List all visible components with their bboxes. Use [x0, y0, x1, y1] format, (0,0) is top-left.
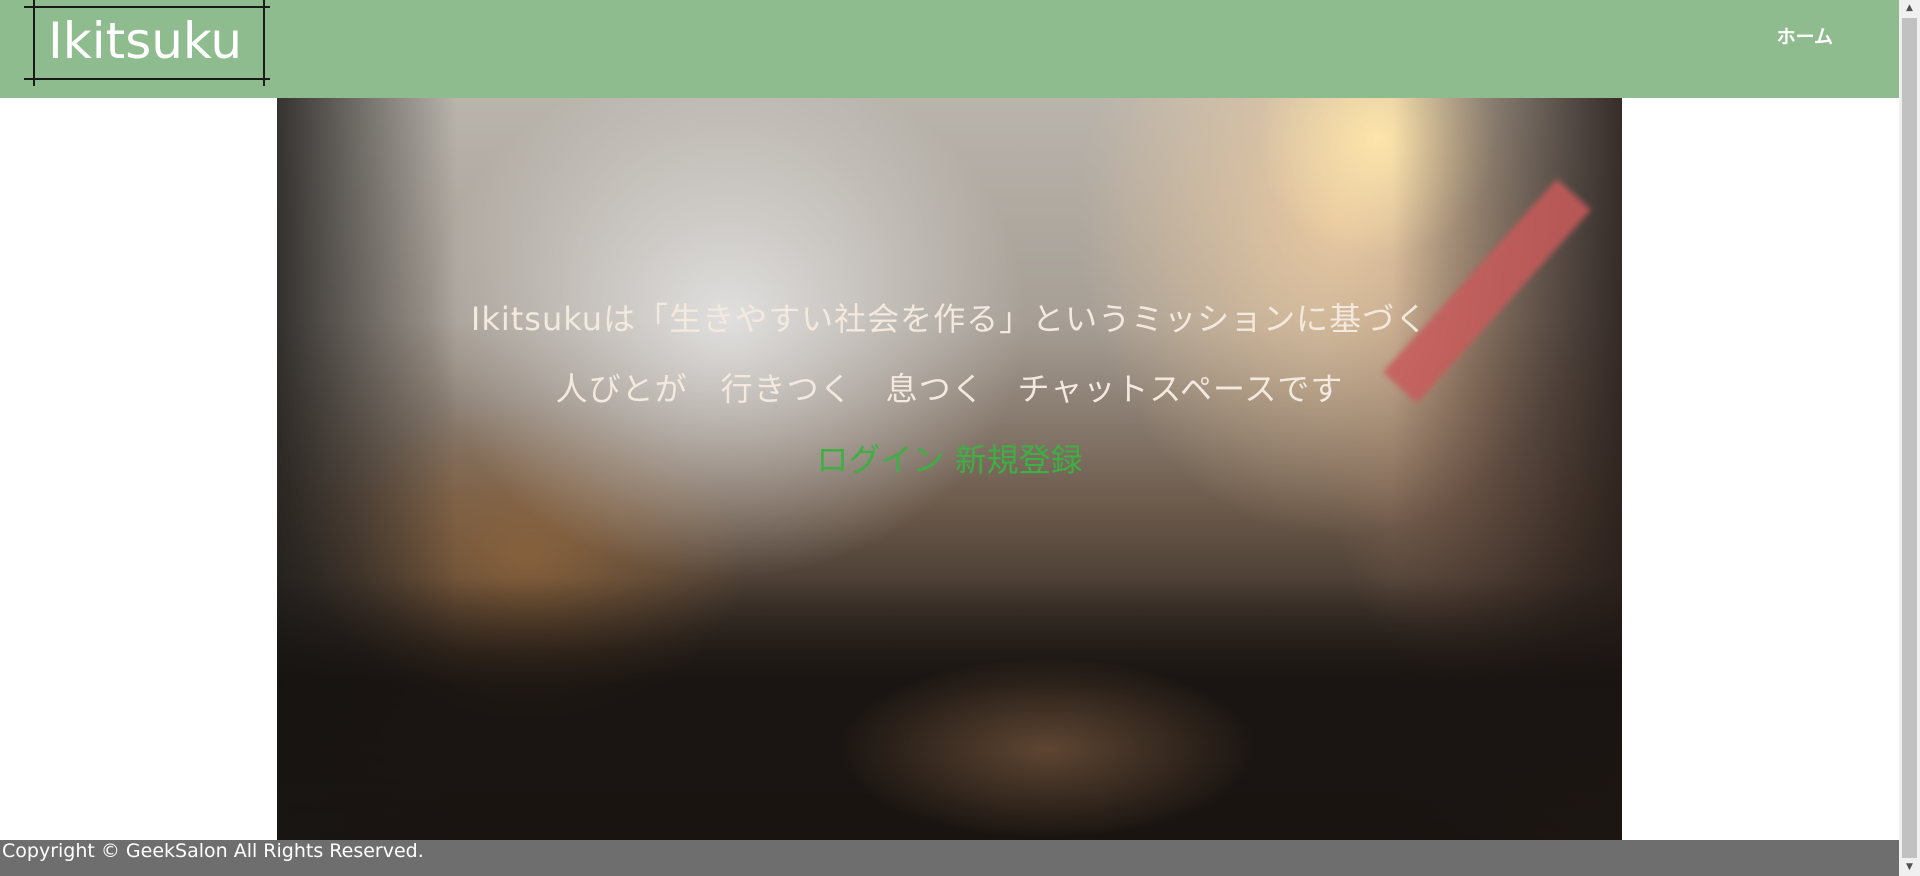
- hero-auth-links: ログイン 新規登録: [277, 435, 1622, 481]
- site-footer: Copyright © GeekSalon All Rights Reserve…: [0, 840, 1899, 876]
- logo-frame-bottom-line: [24, 78, 270, 80]
- hero-background-street-glow: [837, 658, 1257, 840]
- copyright-text: Copyright © GeekSalon All Rights Reserve…: [2, 840, 424, 862]
- hero-mission-text: Ikitsukuは「生きやすい社会を作る」というミッションに基づく: [470, 300, 1429, 338]
- page: Ikitsuku ホーム Ikitsukuは「生きやすい社会を作る」というミッシ…: [0, 0, 1920, 876]
- signup-link[interactable]: 新規登録: [955, 441, 1083, 479]
- scroll-down-arrow-icon[interactable]: ▼: [1899, 859, 1920, 876]
- logo-text[interactable]: Ikitsuku: [48, 8, 248, 74]
- logo[interactable]: Ikitsuku: [24, 0, 270, 86]
- scroll-up-arrow-icon[interactable]: ▲: [1899, 0, 1920, 17]
- logo-frame-left-line: [33, 0, 35, 86]
- vertical-scrollbar[interactable]: ▲ ▼: [1899, 0, 1920, 876]
- scrollbar-thumb[interactable]: [1902, 18, 1917, 858]
- hero-tagline-text: 人びとが 行きつく 息つく チャットスペースです: [555, 370, 1344, 408]
- hero-section: Ikitsukuは「生きやすい社会を作る」というミッションに基づく 人びとが 行…: [277, 98, 1622, 840]
- logo-frame-right-line: [263, 0, 265, 86]
- login-link[interactable]: ログイン: [816, 441, 944, 479]
- site-header: Ikitsuku ホーム: [0, 0, 1899, 98]
- nav-home-link[interactable]: ホーム: [1777, 22, 1833, 49]
